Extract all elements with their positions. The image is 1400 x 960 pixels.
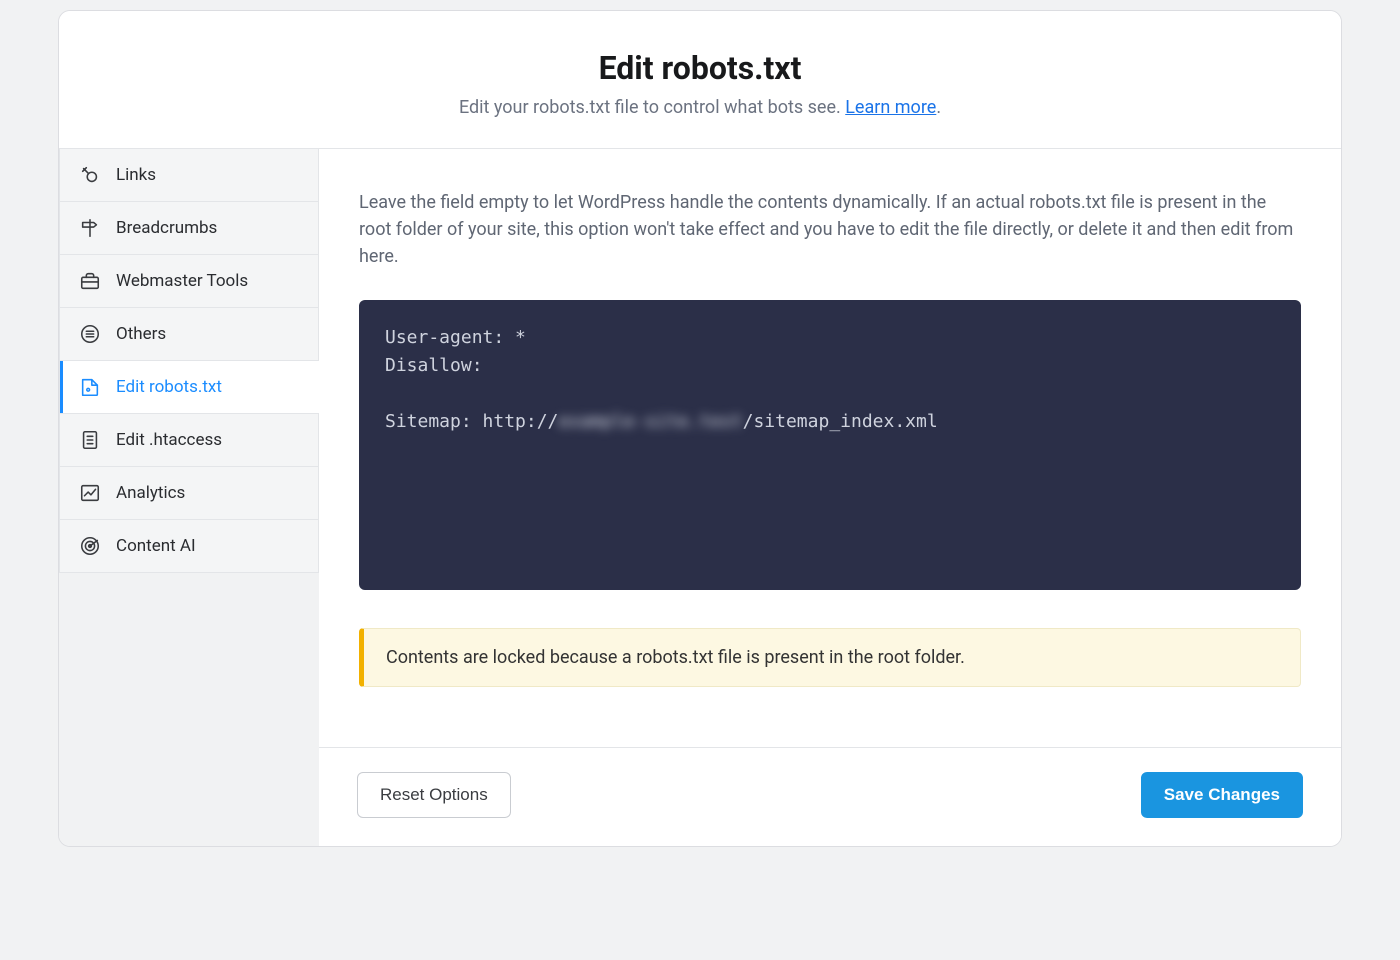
robots-txt-editor[interactable]: User-agent: * Disallow: Sitemap: http://…	[359, 300, 1301, 590]
link-icon	[78, 163, 102, 187]
sidebar-item-edit-robots[interactable]: Edit robots.txt	[59, 361, 319, 414]
robots-file-icon	[78, 375, 102, 399]
panel-body: Links Breadcrumbs	[59, 149, 1341, 846]
field-description: Leave the field empty to let WordPress h…	[359, 189, 1301, 270]
sidebar-item-label: Breadcrumbs	[116, 218, 217, 238]
sidebar-item-analytics[interactable]: Analytics	[59, 467, 319, 520]
learn-more-link[interactable]: Learn more	[845, 97, 936, 118]
panel-footer: Reset Options Save Changes	[319, 747, 1341, 846]
notice-text: Contents are locked because a robots.txt…	[386, 647, 965, 668]
document-lines-icon	[78, 428, 102, 452]
subtitle-text: Edit your robots.txt file to control wha…	[459, 97, 845, 118]
signpost-icon	[78, 216, 102, 240]
page-title: Edit robots.txt	[79, 49, 1321, 87]
content-area: Leave the field empty to let WordPress h…	[319, 149, 1341, 846]
panel-header: Edit robots.txt Edit your robots.txt fil…	[59, 11, 1341, 149]
page-subtitle: Edit your robots.txt file to control wha…	[79, 97, 1321, 118]
sidebar-item-label: Others	[116, 324, 166, 344]
reset-options-button[interactable]: Reset Options	[357, 772, 511, 818]
briefcase-icon	[78, 269, 102, 293]
sidebar-item-label: Content AI	[116, 536, 196, 556]
settings-sidebar: Links Breadcrumbs	[59, 149, 319, 846]
robots-sitemap-domain: example-site.test	[558, 408, 742, 436]
sidebar-item-content-ai[interactable]: Content AI	[59, 520, 319, 573]
sidebar-item-label: Edit robots.txt	[116, 377, 222, 397]
list-icon	[78, 322, 102, 346]
robots-sitemap-prefix: Sitemap: http://	[385, 411, 558, 432]
sidebar-item-edit-htaccess[interactable]: Edit .htaccess	[59, 414, 319, 467]
sidebar-item-label: Analytics	[116, 483, 185, 503]
sidebar-item-label: Webmaster Tools	[116, 271, 248, 291]
sidebar-item-links[interactable]: Links	[59, 149, 319, 202]
sidebar-item-breadcrumbs[interactable]: Breadcrumbs	[59, 202, 319, 255]
sidebar-item-label: Edit .htaccess	[116, 430, 222, 450]
robots-sitemap-suffix: /sitemap_index.xml	[743, 411, 938, 432]
robots-line-user-agent: User-agent: *	[385, 327, 526, 348]
sidebar-item-others[interactable]: Others	[59, 308, 319, 361]
sidebar-item-label: Links	[116, 165, 156, 185]
settings-panel: Edit robots.txt Edit your robots.txt fil…	[58, 10, 1342, 847]
sidebar-item-webmaster-tools[interactable]: Webmaster Tools	[59, 255, 319, 308]
robots-line-disallow: Disallow:	[385, 355, 483, 376]
chart-icon	[78, 481, 102, 505]
locked-notice: Contents are locked because a robots.txt…	[359, 628, 1301, 687]
radar-icon	[78, 534, 102, 558]
subtitle-suffix: .	[936, 97, 941, 118]
save-changes-button[interactable]: Save Changes	[1141, 772, 1303, 818]
